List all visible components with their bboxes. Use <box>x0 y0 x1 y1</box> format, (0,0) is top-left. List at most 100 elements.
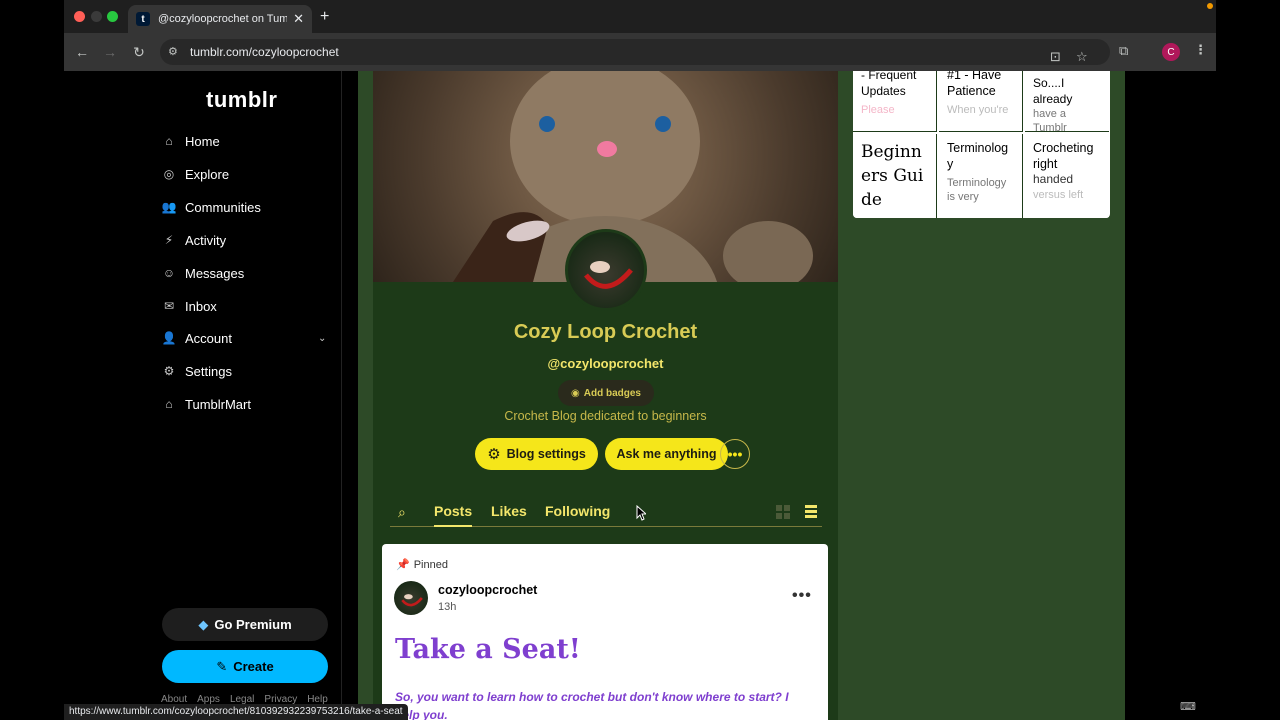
close-tab-icon[interactable]: ✕ <box>293 11 304 27</box>
pinned-post-card: 📌 Pinned cozyloopcrochet 13h ••• Take a … <box>382 544 828 720</box>
post-body: So, you want to learn how to crochet but… <box>395 688 815 720</box>
tab-likes[interactable]: Likes <box>491 503 527 519</box>
blog-title: Cozy Loop Crochet <box>513 321 698 343</box>
envelope-icon: ✉ <box>163 299 175 313</box>
related-post-snippet: have a Tumblr <box>1033 108 1067 132</box>
close-window-button[interactable] <box>74 11 85 22</box>
sidebar-item-messages[interactable]: ☺ Messages <box>162 262 244 284</box>
store-icon: ⌂ <box>165 397 173 411</box>
tab-posts[interactable]: Posts <box>434 503 473 527</box>
sidebar-item-label: Inbox <box>185 298 217 314</box>
pinned-label: Pinned <box>413 558 448 571</box>
mouse-cursor-icon <box>636 505 646 521</box>
grid-view-icon[interactable] <box>776 505 790 519</box>
post-username[interactable]: cozyloopcrochet <box>438 583 537 597</box>
sidebar-item-settings[interactable]: ⚙ Settings <box>162 360 232 382</box>
post-timestamp[interactable]: 13h <box>438 601 456 613</box>
maximize-window-button[interactable] <box>107 11 118 22</box>
ask-me-anything-button[interactable]: Ask me anything <box>605 438 728 470</box>
tab-search-icon[interactable]: ⧉ <box>1119 43 1128 59</box>
people-icon: 👥 <box>161 200 177 214</box>
sidebar-item-inbox[interactable]: ✉ Inbox <box>162 295 217 317</box>
browser-status-bar: https://www.tumblr.com/cozyloopcrochet/8… <box>64 704 408 720</box>
sidebar-item-explore[interactable]: ◎ Explore <box>162 163 229 185</box>
crochet-hook-avatar-icon <box>584 261 633 289</box>
sidebar-item-activity[interactable]: ⚡ Activity <box>162 229 226 251</box>
related-post-title: - Frequent Updates <box>861 71 917 98</box>
related-post-card[interactable]: Crocheting right handed versus left <box>1025 134 1109 218</box>
go-premium-button[interactable]: ◆ Go Premium <box>162 608 328 641</box>
gear-icon: ⚙ <box>487 446 501 463</box>
blog-tabs: ⌕ Posts Likes Following <box>390 495 822 527</box>
install-app-icon[interactable]: ⊡ <box>1050 49 1061 65</box>
keyboard-icon: ⌨ <box>1180 701 1196 713</box>
related-post-card[interactable]: So....I already have a Tumblr <box>1025 71 1109 132</box>
bookmark-star-icon[interactable]: ☆ <box>1076 49 1088 65</box>
post-body-line: help you. <box>395 708 448 720</box>
sidebar-item-account[interactable]: 👤 Account <box>162 327 332 349</box>
post-heading: Take a Seat! <box>395 634 581 665</box>
blog-settings-button[interactable]: ⚙ Blog settings <box>475 438 598 470</box>
site-settings-icon[interactable]: ⚙ <box>168 45 182 59</box>
sidebar-item-label: Account <box>185 330 232 346</box>
tumblr-sidebar: tumblr ⌂ Home ◎ Explore 👥 Communities ⚡ … <box>64 71 342 720</box>
sidebar-item-home[interactable]: ⌂ Home <box>162 130 219 152</box>
home-icon: ⌂ <box>165 134 173 148</box>
person-icon: 👤 <box>161 331 177 345</box>
profile-avatar[interactable]: C <box>1162 43 1180 61</box>
related-post-card[interactable]: Beginners Guide ... <box>853 134 937 218</box>
related-post-card[interactable]: Terminology Terminology is very <box>939 134 1023 218</box>
sidebar-item-tumblrmart[interactable]: ⌂ TumblrMart <box>162 393 251 415</box>
browser-menu-icon[interactable]: ⋮ <box>1194 42 1207 58</box>
search-icon[interactable]: ⌕ <box>398 504 406 521</box>
minimize-window-button[interactable] <box>91 11 102 22</box>
browser-window: t @cozyloopcrochet on Tumblr ✕ + ← → ↻ ⚙… <box>64 0 1216 71</box>
related-post-card[interactable]: #1 - Have Patience When you're <box>939 71 1023 132</box>
crochet-hook-avatar-icon <box>401 594 423 607</box>
related-post-snippet: versus left <box>1033 189 1084 201</box>
more-options-button[interactable]: ••• <box>720 439 750 469</box>
new-tab-icon[interactable]: + <box>320 8 329 26</box>
add-badges-label: Add badges <box>583 387 641 399</box>
related-post-card[interactable]: - Frequent Updates Please <box>853 71 937 132</box>
post-body-line: So, you want to learn how to crochet but… <box>395 690 789 704</box>
reload-icon[interactable]: ↻ <box>130 43 148 61</box>
post-options-icon[interactable]: ••• <box>792 587 812 605</box>
sidebar-item-label: Settings <box>185 363 232 379</box>
lightning-icon: ⚡ <box>164 233 174 247</box>
sidebar-item-label: Activity <box>185 232 227 248</box>
address-url[interactable]: tumblr.com/cozyloopcrochet <box>190 45 339 59</box>
blog-handle: @cozyloopcrochet <box>547 356 664 371</box>
address-bar[interactable]: ⚙ tumblr.com/cozyloopcrochet ⊡ ☆ <box>160 39 1110 65</box>
sidebar-item-label: Communities <box>185 199 261 215</box>
sidebar-item-label: TumblrMart <box>185 396 251 412</box>
blog-description: Crochet Blog dedicated to beginners <box>504 409 707 423</box>
post-author-avatar[interactable] <box>394 581 428 615</box>
related-post-snippet: Terminology is very <box>947 177 1007 203</box>
sidebar-item-label: Explore <box>185 166 230 182</box>
tumblr-favicon-icon: t <box>136 12 150 26</box>
forward-arrow-icon[interactable]: → <box>101 43 119 61</box>
badge-icon: ◉ <box>571 387 580 399</box>
tab-following[interactable]: Following <box>545 503 610 519</box>
go-premium-label: Go Premium <box>214 617 292 632</box>
related-post-snippet: ... <box>861 216 928 218</box>
chevron-down-icon[interactable]: ⌄ <box>318 333 326 344</box>
related-post-title: Crocheting right <box>1033 141 1094 171</box>
diamond-icon: ◆ <box>198 616 209 632</box>
list-view-icon[interactable] <box>805 505 817 519</box>
related-post-snippet: When you're <box>947 104 1009 116</box>
blog-avatar[interactable] <box>565 229 647 311</box>
app-root: t @cozyloopcrochet on Tumblr ✕ + ← → ↻ ⚙… <box>0 0 1280 720</box>
add-badges-button[interactable]: ◉ Add badges <box>558 380 654 406</box>
blog-page: Cozy Loop Crochet @cozyloopcrochet ◉ Add… <box>358 71 1125 720</box>
tumblr-logo[interactable]: tumblr <box>206 87 277 113</box>
related-posts-grid: - Frequent Updates Please #1 - Have Pati… <box>853 71 1110 218</box>
compass-icon: ◎ <box>163 167 175 181</box>
back-arrow-icon[interactable]: ← <box>73 43 91 61</box>
browser-tab[interactable]: t @cozyloopcrochet on Tumblr ✕ <box>128 5 312 33</box>
create-button[interactable]: ✎ Create <box>162 650 328 683</box>
sidebar-item-communities[interactable]: 👥 Communities <box>162 196 261 218</box>
sidebar-divider <box>341 71 342 720</box>
pencil-icon: ✎ <box>216 658 228 674</box>
